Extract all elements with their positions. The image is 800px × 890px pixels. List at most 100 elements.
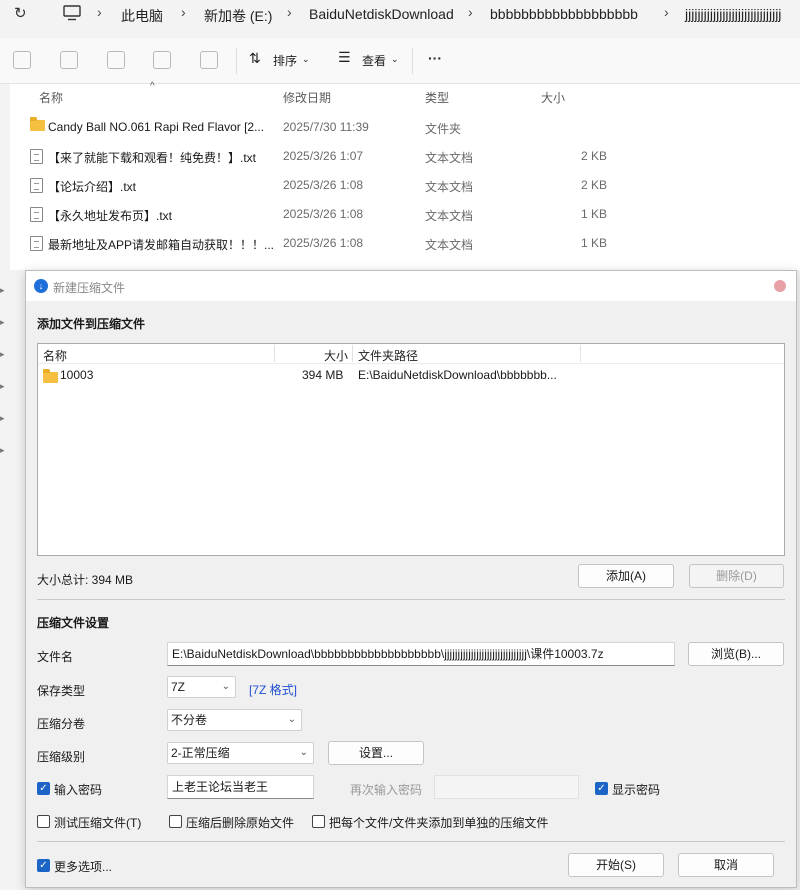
chevron-down-icon: ⌄: [391, 54, 399, 64]
file-size: 1 KB: [580, 207, 607, 221]
file-row[interactable]: 【永久地址发布页】.txt 2025/3/26 1:08 文本文档 1 KB: [10, 199, 800, 228]
file-size: 1 KB: [580, 236, 607, 250]
format-link[interactable]: [7Z 格式]: [249, 681, 297, 698]
list-header-path[interactable]: 文件夹路径: [358, 347, 418, 364]
dialog-titlebar[interactable]: ↓ 新建压缩文件: [26, 271, 796, 301]
settings-button[interactable]: 设置...: [328, 741, 424, 765]
list-header: 名称 大小 文件夹路径: [38, 344, 784, 364]
breadcrumb-this-pc[interactable]: 此电脑: [121, 6, 163, 26]
add-button[interactable]: 添加(A): [578, 564, 674, 588]
rename-icon[interactable]: [107, 51, 125, 69]
text-file-icon: [30, 236, 43, 251]
chevron-down-icon: ⌄: [299, 747, 308, 758]
file-name: 最新地址及APP请发邮箱自动获取！！！...: [48, 238, 275, 252]
folder-icon: [43, 369, 58, 383]
browse-button[interactable]: 浏览(B)...: [688, 642, 784, 666]
column-header-name[interactable]: 名称: [39, 89, 63, 106]
more-options-checkbox[interactable]: ✓: [37, 859, 50, 872]
paste-icon[interactable]: [60, 51, 78, 69]
sort-up-icon: ^: [150, 81, 155, 92]
separate-archives-checkbox[interactable]: [312, 815, 325, 828]
list-item-path: E:\BaiduNetdiskDownload\bbbbbbb...: [358, 368, 557, 382]
save-type-select[interactable]: 7Z ⌄: [167, 676, 236, 698]
divider: [37, 599, 785, 600]
more-options-button[interactable]: ···: [428, 50, 442, 66]
copy-icon[interactable]: [13, 51, 31, 69]
file-row[interactable]: 【论坛介绍】.txt 2025/3/26 1:08 文本文档 2 KB: [10, 170, 800, 199]
computer-icon[interactable]: [63, 5, 81, 25]
file-size: 2 KB: [580, 178, 607, 192]
close-icon[interactable]: [774, 280, 786, 292]
save-type-label: 保存类型: [37, 684, 86, 698]
share-icon[interactable]: [153, 51, 171, 69]
level-value: 2-正常压缩: [171, 746, 230, 760]
delete-button[interactable]: 删除(D): [689, 564, 784, 588]
volume-value: 不分卷: [171, 713, 208, 727]
expand-arrow-icon[interactable]: ▸: [0, 445, 5, 456]
file-type: 文件夹: [425, 122, 462, 136]
column-header-type[interactable]: 类型: [425, 89, 449, 106]
view-button[interactable]: 查看: [362, 52, 386, 69]
file-row[interactable]: 最新地址及APP请发邮箱自动获取！！！... 2025/3/26 1:08 文本…: [10, 228, 800, 257]
cancel-button[interactable]: 取消: [678, 853, 774, 877]
file-name: Candy Ball NO.061 Rapi Red Flavor [2...: [48, 120, 265, 134]
filename-label: 文件名: [37, 650, 74, 664]
level-select[interactable]: 2-正常压缩 ⌄: [167, 742, 314, 764]
show-password-checkbox[interactable]: ✓: [595, 782, 608, 795]
archive-settings-heading: 压缩文件设置: [37, 616, 110, 630]
password-label: 输入密码: [54, 783, 103, 797]
column-header-size[interactable]: 大小: [541, 89, 565, 106]
column-header-date[interactable]: 修改日期: [283, 89, 331, 106]
expand-arrow-icon[interactable]: ▸: [0, 349, 5, 360]
sort-button[interactable]: 排序: [273, 52, 297, 69]
list-item-size: 394 MB: [302, 368, 344, 382]
start-button[interactable]: 开始(S): [568, 853, 664, 877]
expand-arrow-icon[interactable]: ▸: [0, 285, 5, 296]
list-header-size[interactable]: 大小: [324, 347, 348, 364]
file-row[interactable]: 【来了就能下载和观看！纯免费！】.txt 2025/3/26 1:07 文本文档…: [10, 141, 800, 170]
navigation-pane: ▸ ▸ ▸ ▸ ▸ ▸: [0, 84, 10, 890]
sort-icon: ⇅: [249, 50, 261, 66]
file-name: 【来了就能下载和观看！纯免费！】.txt: [48, 151, 257, 165]
chevron-right-icon: ›: [664, 4, 669, 20]
test-archive-label: 测试压缩文件(T): [54, 816, 142, 830]
reenter-password-input[interactable]: [434, 775, 579, 799]
text-file-icon: [30, 207, 43, 222]
file-row[interactable]: Candy Ball NO.061 Rapi Red Flavor [2... …: [10, 112, 800, 141]
volume-select[interactable]: 不分卷 ⌄: [167, 709, 302, 731]
file-type: 文本文档: [425, 180, 474, 194]
password-input[interactable]: 上老王论坛当老王: [167, 775, 314, 799]
file-name: 【论坛介绍】.txt: [48, 180, 137, 194]
chevron-right-icon: ›: [287, 4, 292, 20]
list-header-name[interactable]: 名称: [43, 347, 67, 364]
volume-label: 压缩分卷: [37, 717, 86, 731]
show-password-label: 显示密码: [612, 783, 661, 797]
refresh-icon[interactable]: ↻: [14, 4, 27, 22]
delete-original-checkbox[interactable]: [169, 815, 182, 828]
expand-arrow-icon[interactable]: ▸: [0, 381, 5, 392]
filename-input[interactable]: E:\BaiduNetdiskDownload\bbbbbbbbbbbbbbbb…: [167, 642, 675, 666]
chevron-down-icon: ⌄: [302, 54, 310, 64]
breadcrumb-baidu[interactable]: BaiduNetdiskDownload: [309, 6, 454, 22]
breadcrumb-drive[interactable]: 新加卷 (E:): [204, 6, 272, 26]
expand-arrow-icon[interactable]: ▸: [0, 413, 5, 424]
total-size-label: 大小总计: 394 MB: [37, 573, 134, 587]
delete-icon[interactable]: [200, 51, 218, 69]
file-list-box[interactable]: 名称 大小 文件夹路径 10003 394 MB E:\BaiduNetdisk…: [37, 343, 785, 556]
chevron-right-icon: ›: [97, 4, 102, 20]
file-name: 【永久地址发布页】.txt: [48, 209, 173, 223]
save-type-value: 7Z: [171, 680, 186, 694]
level-label: 压缩级别: [37, 750, 86, 764]
breadcrumb-j-folder[interactable]: jjjjjjjjjjjjjjjjjjjjjjjjjjjjjjj: [685, 6, 781, 22]
file-type: 文本文档: [425, 238, 474, 252]
expand-arrow-icon[interactable]: ▸: [0, 317, 5, 328]
text-file-icon: [30, 149, 43, 164]
file-date: 2025/3/26 1:08: [283, 236, 364, 250]
breadcrumb-b-folder[interactable]: bbbbbbbbbbbbbbbbbbb: [490, 6, 638, 22]
password-checkbox[interactable]: ✓: [37, 782, 50, 795]
chevron-right-icon: ›: [468, 4, 473, 20]
text-file-icon: [30, 178, 43, 193]
divider: [37, 841, 785, 842]
test-archive-checkbox[interactable]: [37, 815, 50, 828]
address-bar: ↻ › 此电脑 › 新加卷 (E:) › BaiduNetdiskDownloa…: [0, 0, 800, 30]
